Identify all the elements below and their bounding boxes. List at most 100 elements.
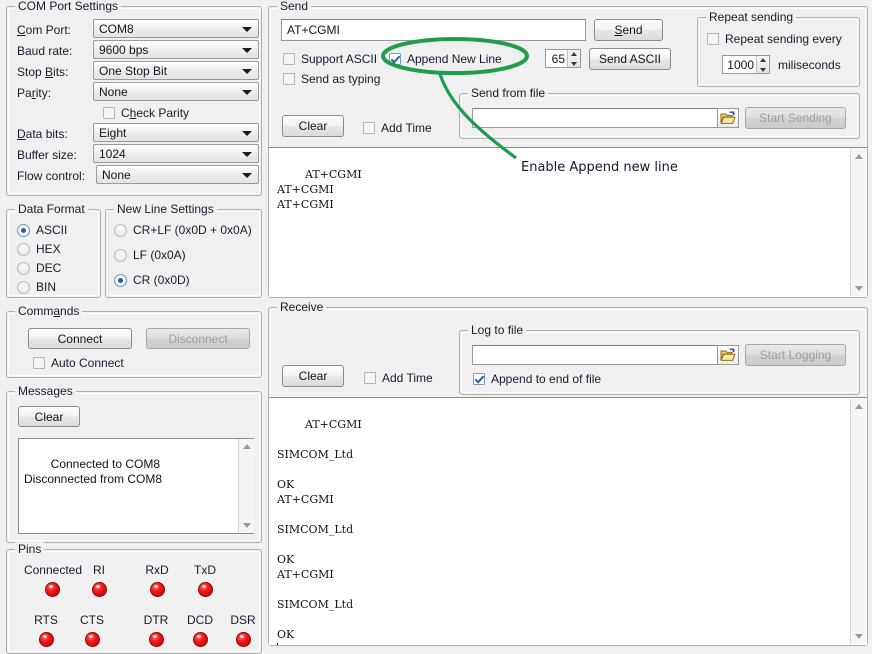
start-sending-button[interactable]: Start Sending bbox=[745, 107, 846, 129]
new-line-option-cr[interactable]: CR (0x0D) bbox=[114, 273, 190, 287]
checkbox-box bbox=[364, 372, 376, 384]
send-add-time-checkbox[interactable]: Add Time bbox=[363, 121, 432, 135]
scroll-down-icon[interactable] bbox=[851, 281, 866, 296]
receive-log-scrollbar[interactable] bbox=[850, 399, 866, 644]
radio-dot bbox=[17, 262, 30, 275]
radio-dot bbox=[17, 281, 30, 294]
receive-panel: Receive Clear Add Time Log to file bbox=[268, 307, 868, 646]
scroll-up-icon[interactable] bbox=[851, 399, 866, 414]
parity-value: None bbox=[99, 85, 128, 99]
disconnect-button[interactable]: Disconnect bbox=[146, 328, 250, 349]
scroll-up-icon[interactable] bbox=[851, 149, 866, 164]
send-from-file-browse-button[interactable] bbox=[717, 108, 739, 128]
ascii-code-value: 65 bbox=[546, 52, 567, 66]
spinner-down-icon[interactable] bbox=[757, 65, 769, 74]
annotation-text: Enable Append new line bbox=[521, 160, 678, 175]
pin-label-ri: RI bbox=[79, 563, 119, 577]
pin-label-dsr: DSR bbox=[223, 613, 263, 627]
pin-led-rts bbox=[39, 632, 54, 647]
data-format-panel: Data Format ASCII HEX DEC BIN bbox=[6, 209, 101, 298]
log-to-file-browse-button[interactable] bbox=[717, 345, 739, 365]
support-ascii-checkbox[interactable]: Support ASCII bbox=[283, 52, 377, 66]
connect-button[interactable]: Connect bbox=[28, 328, 132, 349]
folder-open-icon bbox=[720, 111, 736, 125]
messages-clear-button[interactable]: Clear bbox=[18, 406, 80, 427]
scroll-down-icon[interactable] bbox=[851, 629, 866, 644]
receive-clear-button[interactable]: Clear bbox=[282, 365, 344, 387]
messages-log-text: Connected to COM8 Disconnected from COM8 bbox=[24, 457, 162, 486]
flow-control-label: Flow control: bbox=[17, 169, 85, 183]
send-input-value: AT+CGMI bbox=[287, 23, 340, 37]
checkbox-box bbox=[283, 53, 295, 65]
spinner-up-icon[interactable] bbox=[757, 56, 769, 65]
new-line-option-crlf[interactable]: CR+LF (0x0D + 0x0A) bbox=[114, 223, 252, 237]
stop-bits-select[interactable]: One Stop Bit bbox=[93, 61, 259, 80]
data-bits-select[interactable]: Eight bbox=[93, 123, 259, 142]
stop-bits-label: Stop Bits: bbox=[17, 65, 68, 79]
auto-connect-checkbox[interactable]: Auto Connect bbox=[33, 356, 124, 370]
check-parity-checkbox[interactable]: Check Parity bbox=[103, 106, 189, 120]
new-line-option-lf[interactable]: LF (0x0A) bbox=[114, 248, 186, 262]
data-format-option-dec[interactable]: DEC bbox=[17, 261, 61, 275]
com-port-value: COM8 bbox=[99, 22, 134, 36]
chevron-down-icon bbox=[242, 48, 252, 53]
repeat-sending-checkbox[interactable]: Repeat sending every bbox=[707, 32, 842, 46]
flow-control-select[interactable]: None bbox=[96, 165, 259, 184]
send-button[interactable]: Send bbox=[594, 19, 663, 41]
option-label: CR+LF (0x0D + 0x0A) bbox=[133, 223, 252, 237]
log-to-file-path-input[interactable] bbox=[472, 345, 739, 365]
send-add-time-label: Add Time bbox=[381, 121, 432, 135]
spinner-buttons[interactable] bbox=[567, 50, 580, 67]
pin-label-dcd: DCD bbox=[180, 613, 220, 627]
commands-panel: Commands Connect Disconnect Auto Connect bbox=[6, 311, 262, 378]
chevron-down-icon bbox=[242, 131, 252, 136]
repeat-interval-spinner[interactable]: 1000 bbox=[722, 55, 770, 74]
receive-log[interactable]: AT+CGMI SIMCOM_Ltd OK AT+CGMI SIMCOM_Ltd… bbox=[269, 397, 867, 645]
buffer-size-select[interactable]: 1024 bbox=[93, 144, 259, 163]
parity-select[interactable]: None bbox=[93, 82, 259, 101]
data-format-option-hex[interactable]: HEX bbox=[17, 242, 61, 256]
messages-scrollbar[interactable] bbox=[238, 439, 254, 533]
pin-led-dsr bbox=[236, 632, 251, 647]
option-label: LF (0x0A) bbox=[133, 248, 186, 262]
append-to-end-checkbox[interactable]: Append to end of file bbox=[473, 372, 601, 386]
send-from-file-panel: Send from file Start Send bbox=[459, 93, 860, 139]
pin-led-ri bbox=[92, 582, 107, 597]
send-as-typing-checkbox[interactable]: Send as typing bbox=[283, 72, 380, 86]
baud-rate-select[interactable]: 9600 bps bbox=[93, 40, 259, 59]
receive-title: Receive bbox=[277, 300, 326, 314]
scroll-down-icon[interactable] bbox=[239, 518, 254, 533]
messages-log[interactable]: Connected to COM8 Disconnected from COM8 bbox=[18, 438, 254, 534]
com-port-select[interactable]: COM8 bbox=[93, 19, 259, 38]
ascii-code-spinner[interactable]: 65 bbox=[545, 49, 581, 68]
send-ascii-button[interactable]: Send ASCII bbox=[589, 48, 671, 70]
radio-dot bbox=[17, 243, 30, 256]
spinner-up-icon[interactable] bbox=[568, 50, 580, 59]
data-format-option-bin[interactable]: BIN bbox=[17, 280, 56, 294]
send-panel: Send AT+CGMI Send Support ASCII Append N… bbox=[268, 6, 868, 298]
repeat-sending-panel: Repeat sending Repeat sending every 1000… bbox=[697, 17, 860, 87]
radio-dot bbox=[17, 224, 30, 237]
new-line-settings-panel: New Line Settings CR+LF (0x0D + 0x0A) LF… bbox=[105, 209, 262, 298]
receive-add-time-checkbox[interactable]: Add Time bbox=[364, 371, 433, 385]
send-from-file-path-input[interactable] bbox=[472, 108, 739, 128]
data-format-option-ascii[interactable]: ASCII bbox=[17, 223, 67, 237]
send-input[interactable]: AT+CGMI bbox=[281, 19, 586, 41]
chevron-down-icon bbox=[242, 90, 252, 95]
chevron-down-icon bbox=[242, 27, 252, 32]
chevron-down-icon bbox=[242, 152, 252, 157]
send-clear-button[interactable]: Clear bbox=[282, 115, 344, 137]
send-log-text: AT+CGMI AT+CGMI AT+CGMI bbox=[277, 168, 362, 211]
append-new-line-label: Append New Line bbox=[407, 52, 502, 66]
start-logging-button[interactable]: Start Logging bbox=[745, 344, 846, 366]
spinner-buttons[interactable] bbox=[756, 56, 769, 73]
repeat-unit-label: miliseconds bbox=[778, 58, 841, 72]
chevron-down-icon bbox=[242, 69, 252, 74]
commands-title: Commands bbox=[15, 304, 82, 318]
folder-open-icon bbox=[720, 348, 736, 362]
scroll-up-icon[interactable] bbox=[239, 439, 254, 454]
append-new-line-checkbox[interactable]: Append New Line bbox=[389, 52, 502, 66]
spinner-down-icon[interactable] bbox=[568, 59, 580, 68]
send-log-scrollbar[interactable] bbox=[850, 149, 866, 296]
app-window: COM Port Settings Com Port: COM8 Baud ra… bbox=[0, 0, 872, 646]
